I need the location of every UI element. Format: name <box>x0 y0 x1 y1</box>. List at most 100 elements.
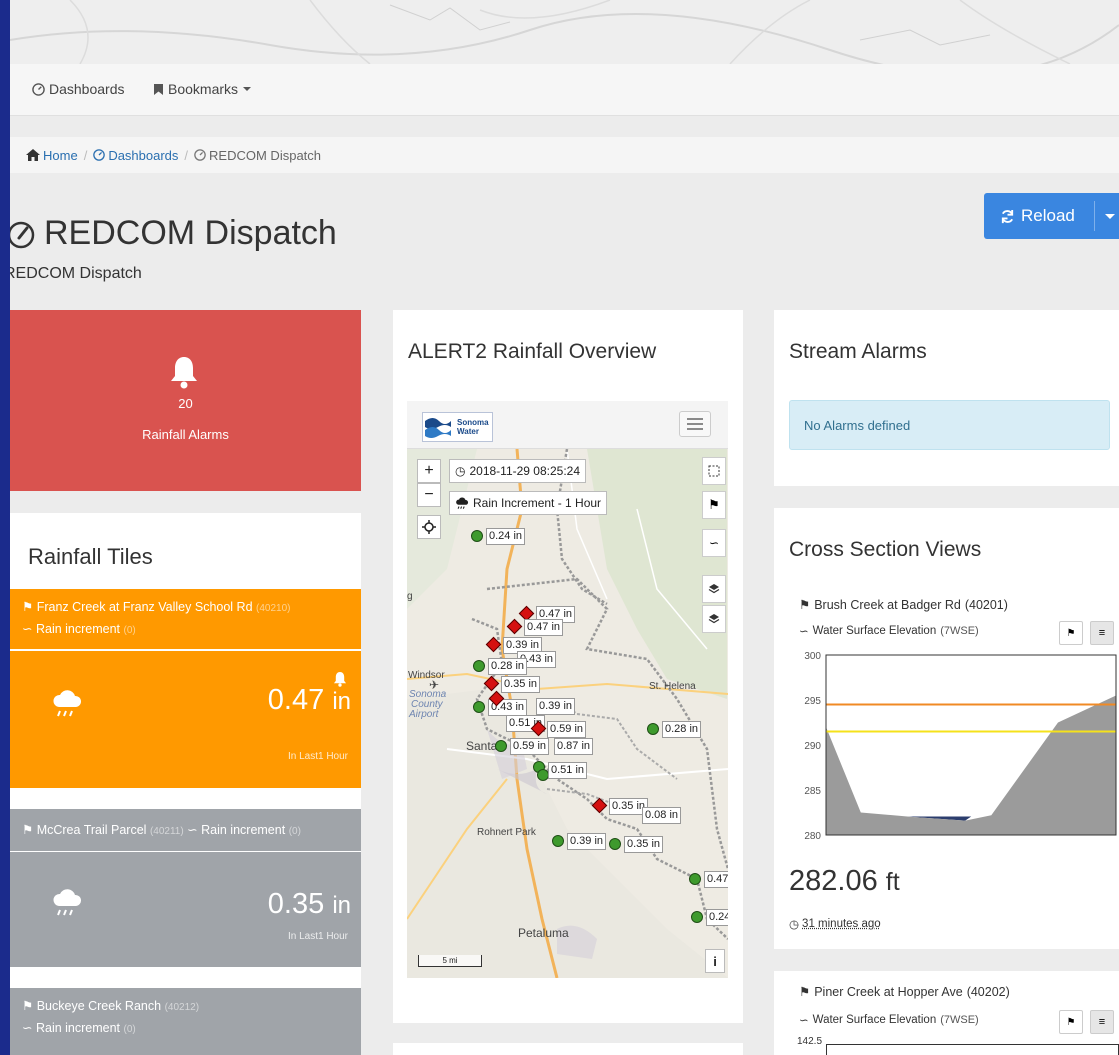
tile-site-name: McCrea Trail Parcel <box>36 823 147 837</box>
sensor-wave-icon: ∽ <box>187 823 198 837</box>
tile-period: In Last1 Hour <box>287 931 348 942</box>
tile-site-name: Franz Creek at Franz Valley School Rd <box>36 600 253 614</box>
sensor-wave-icon: ∽ <box>799 626 809 638</box>
map-place-label: g <box>407 591 413 602</box>
rainfall-overview-title: ALERT2 Rainfall Overview <box>408 340 657 363</box>
cross-section-updated: ◷ 31 minutes ago <box>789 917 881 931</box>
breadcrumb-home[interactable]: Home <box>26 148 78 163</box>
clock-icon: ◷ <box>789 919 800 931</box>
nav-dashboards[interactable]: Dashboards <box>32 81 125 97</box>
bell-icon <box>171 357 197 389</box>
clock-icon: ◷ <box>455 464 466 478</box>
zoom-in-button[interactable]: + <box>417 459 441 483</box>
button-divider <box>1094 201 1095 231</box>
map-timestamp: ◷ 2018-11-29 08:25:24 <box>449 459 587 483</box>
cross-section-measure-code: (7WSE) <box>940 625 979 637</box>
tile-site-name: Buckeye Creek Ranch <box>36 999 162 1013</box>
tile-site-id: (40212) <box>164 1002 200 1013</box>
cross-section-site: ⚑ Brush Creek at Badger Rd (40201) <box>799 597 1008 613</box>
layers-button-2[interactable] <box>702 605 726 633</box>
list-view-button[interactable]: ≡ <box>1090 1010 1114 1034</box>
map-info-button[interactable]: i <box>705 949 725 973</box>
stream-alarms-title: Stream Alarms <box>789 340 927 363</box>
map-scale-bar: 5 mi <box>418 955 482 967</box>
site-view-button[interactable]: ⚑ <box>1059 621 1083 645</box>
logo-line2: Water <box>457 427 479 436</box>
select-box-icon <box>708 465 720 477</box>
rain-gauge-marker[interactable] <box>471 530 483 542</box>
rain-gauge-marker[interactable] <box>691 911 703 923</box>
zoom-out-button[interactable]: − <box>417 483 441 507</box>
map-layer-label[interactable]: Rain Increment - 1 Hour <box>449 491 608 515</box>
flag-icon: ⚑ <box>22 600 34 614</box>
box-select-button[interactable] <box>702 457 726 485</box>
map-place-label: Windsor <box>408 670 445 681</box>
cross-section-value-unit: ft <box>885 868 900 896</box>
cross-section-measure-code: (7WSE) <box>940 1014 979 1026</box>
list-icon: ≡ <box>1098 627 1106 639</box>
breadcrumb-home-label: Home <box>43 147 78 163</box>
breadcrumb-current: REDCOM Dispatch <box>194 148 321 163</box>
rain-gauge-marker[interactable] <box>552 835 564 847</box>
rain-gauge-marker[interactable] <box>689 873 701 885</box>
rain-gauge-marker[interactable] <box>609 838 621 850</box>
rainfall-tile-header[interactable]: ⚑ McCrea Trail Parcel (40211) ∽ Rain inc… <box>10 809 361 851</box>
rainfall-tile-body[interactable]: 0.35 in In Last1 Hour <box>10 852 361 967</box>
home-icon <box>26 149 40 161</box>
reload-label: Reload <box>1021 206 1075 225</box>
hamburger-menu-button[interactable] <box>679 411 711 437</box>
tile-value-unit: in <box>332 688 351 715</box>
cross-section-site-id: (40202) <box>966 984 1010 999</box>
refresh-icon <box>1001 209 1014 223</box>
rainfall-map[interactable]: g Windsor ✈ Sonoma County Airport St. He… <box>407 449 728 978</box>
flag-icon: ⚑ <box>708 497 720 512</box>
cross-section-measure-name: Water Surface Elevation <box>812 625 937 637</box>
rain-value-label: 0.24 in <box>486 528 526 545</box>
cross-section-site-id: (40201) <box>964 597 1008 612</box>
tile-value: 0.47 in <box>268 684 351 717</box>
chart-y-tick: 300 <box>804 651 821 662</box>
chart-y-tick: 285 <box>804 786 821 797</box>
chart-y-tick: 290 <box>804 741 821 752</box>
rain-value-label: 0.47 in <box>524 619 564 636</box>
dashboard-page: Dashboards Bookmarks Home / Dashboards /… <box>10 0 1119 1055</box>
site-filter-button[interactable]: ⚑ <box>702 491 726 519</box>
list-view-button[interactable]: ≡ <box>1090 621 1114 645</box>
sensor-filter-button[interactable]: ∽ <box>702 529 726 557</box>
rain-gauge-marker[interactable] <box>495 740 507 752</box>
secondary-card <box>393 1043 743 1055</box>
sensor-wave-icon: ∽ <box>708 536 720 550</box>
cross-section-title: Cross Section Views <box>789 538 982 561</box>
rainfall-tile-header[interactable]: ⚑ Buckeye Creek Ranch (40212) ∽ Rain inc… <box>10 988 361 1055</box>
locate-button[interactable] <box>417 515 441 539</box>
rain-cloud-icon <box>456 497 469 509</box>
rain-value-label: 0.87 in <box>554 738 594 755</box>
rain-gauge-marker[interactable] <box>647 723 659 735</box>
ground-area <box>826 695 1116 835</box>
site-view-button[interactable]: ⚑ <box>1059 1010 1083 1034</box>
cross-section-value-number: 282.06 <box>789 865 878 897</box>
breadcrumb-current-label: REDCOM Dispatch <box>209 147 322 163</box>
map-place-label: Airport <box>409 709 439 720</box>
tile-site-id: (40210) <box>256 603 291 614</box>
rainfall-tile-body[interactable]: 0.47 in In Last1 Hour <box>10 651 361 788</box>
breadcrumb-dashboards[interactable]: Dashboards <box>93 148 178 163</box>
rainfall-tile-header[interactable]: ⚑ Franz Creek at Franz Valley School Rd … <box>10 589 361 649</box>
tile-value-unit: in <box>332 892 351 919</box>
tile-measure-count: (0) <box>123 625 136 636</box>
tile-measure-row: ∽ Rain increment (0) <box>22 619 349 641</box>
nav-bookmarks[interactable]: Bookmarks <box>153 81 252 97</box>
reload-button[interactable]: Reload <box>984 193 1119 239</box>
chevron-down-icon[interactable] <box>1105 214 1115 219</box>
rain-gauge-marker[interactable] <box>473 701 485 713</box>
rain-gauge-marker[interactable] <box>473 660 485 672</box>
nav-bookmarks-label: Bookmarks <box>168 81 239 97</box>
map-timestamp-text: 2018-11-29 08:25:24 <box>469 464 581 478</box>
chart-y-tick: 142.5 <box>797 1036 823 1047</box>
layers-icon <box>708 614 720 624</box>
cross-section-time: 31 minutes ago <box>802 918 881 930</box>
layers-button[interactable] <box>702 575 726 603</box>
layers-icon <box>708 584 720 594</box>
rainfall-alarms-label: Rainfall Alarms <box>142 427 229 442</box>
header-map-banner <box>10 0 1119 64</box>
